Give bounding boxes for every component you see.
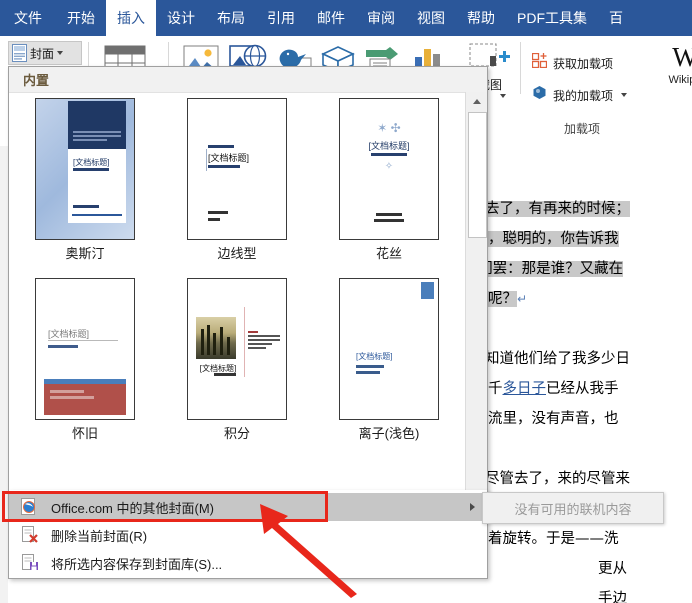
ribbon-tab-insert[interactable]: 插入 xyxy=(106,0,156,36)
cover-thumbnail: [文档标题] xyxy=(35,98,135,240)
wikipedia-addin-button[interactable]: W Wikipe xyxy=(654,42,692,87)
ribbon-tab-label: PDF工具集 xyxy=(517,10,587,26)
ribbon-separator xyxy=(520,42,521,94)
cover-item-label: 怀旧 xyxy=(71,426,98,441)
online-content-submenu[interactable]: 没有可用的联机内容 xyxy=(482,492,664,524)
doc-line-text: 手边 xyxy=(598,591,627,603)
ribbon-tab-review[interactable]: 审阅 xyxy=(356,0,406,36)
remove-cover-icon xyxy=(21,526,39,544)
wikipedia-label: Wikipe xyxy=(668,74,692,86)
ribbon-tab-label: 开始 xyxy=(67,10,95,26)
cover-placeholder-title: [文档标题] xyxy=(356,352,393,361)
doc-line-text: 已经从我手 xyxy=(546,381,619,397)
gallery-scrollbar-thumb[interactable] xyxy=(468,112,487,238)
cover-item-integral[interactable]: [文档标题] 积分 xyxy=(161,276,313,446)
cover-item-label: 花丝 xyxy=(375,246,402,261)
ribbon-tab-label: 邮件 xyxy=(317,10,345,26)
cover-item-label: 边线型 xyxy=(217,246,257,261)
ribbon-tab-bar: 文件 开始 插入 设计 布局 引用 邮件 审阅 视图 帮助 PDF工具集 百 xyxy=(0,0,692,36)
cover-thumbnail: [文档标题] xyxy=(35,278,135,420)
menu-item-label: Office.com 中的其他封面(M) xyxy=(51,500,214,516)
ribbon-tab-help[interactable]: 帮助 xyxy=(456,0,506,36)
cover-item-label: 离子(浅色) xyxy=(358,426,420,441)
cover-page-icon xyxy=(12,44,27,62)
store-icon xyxy=(531,52,548,73)
cover-page-gallery[interactable]: 内置 [文档标题] 奥斯汀 [文档标题] 边线型 ✶ ✣ [文档标题] ✧ 花丝… xyxy=(8,66,488,508)
ribbon-tab-label: 帮助 xyxy=(467,10,495,26)
ribbon-tab-label: 引用 xyxy=(267,10,295,26)
chevron-down-icon[interactable] xyxy=(57,51,64,55)
menu-item-remove-current-cover[interactable]: 删除当前封面(R) xyxy=(9,521,487,549)
addins-group-label: 加载项 xyxy=(564,122,601,136)
ribbon-tab-label: 文件 xyxy=(14,10,42,26)
ribbon-tab-mailings[interactable]: 邮件 xyxy=(306,0,356,36)
cover-page-button-label: 封面 xyxy=(30,46,55,61)
ribbon-tab-label: 插入 xyxy=(117,10,145,26)
office-online-icon xyxy=(21,498,39,516)
cover-thumbnail: [文档标题] xyxy=(187,278,287,420)
submenu-arrow-icon xyxy=(470,503,475,511)
doc-link[interactable]: 多日子 xyxy=(503,381,547,397)
doc-line-text: 更从 xyxy=(598,561,627,577)
menu-item-label: 删除当前封面(R) xyxy=(51,528,148,544)
cover-item-austin[interactable]: [文档标题] 奥斯汀 xyxy=(9,96,161,266)
cover-item-ion-light[interactable]: [文档标题] 离子(浅色) xyxy=(313,276,465,446)
gallery-section-header: 内置 xyxy=(9,67,487,93)
cover-placeholder-title: [文档标题] xyxy=(48,329,90,339)
save-selection-icon xyxy=(21,554,39,572)
chevron-down-icon[interactable] xyxy=(621,93,628,97)
gallery-row: [文档标题] 奥斯汀 [文档标题] 边线型 ✶ ✣ [文档标题] ✧ 花丝 xyxy=(9,96,465,266)
ribbon-tab-label: 审阅 xyxy=(367,10,395,26)
cover-item-retrospect[interactable]: [文档标题] 怀旧 xyxy=(9,276,161,446)
my-addins-icon xyxy=(532,85,547,105)
cover-thumbnail: [文档标题] xyxy=(187,98,287,240)
cover-placeholder-title: [文档标题] xyxy=(208,153,250,163)
ribbon-tab-design[interactable]: 设计 xyxy=(156,0,206,36)
filigree-ornament-icon: ✧ xyxy=(384,161,394,172)
submenu-empty-message: 没有可用的联机内容 xyxy=(514,501,632,517)
menu-item-label: 将所选内容保存到封面库(S)... xyxy=(51,556,223,572)
cover-placeholder-title: [文档标题] xyxy=(73,158,110,167)
wikipedia-logo: W xyxy=(672,42,692,72)
gallery-grid: [文档标题] 奥斯汀 [文档标题] 边线型 ✶ ✣ [文档标题] ✧ 花丝 [文… xyxy=(9,92,465,507)
cover-item-filigree[interactable]: ✶ ✣ [文档标题] ✧ 花丝 xyxy=(313,96,465,266)
cover-item-label: 奥斯汀 xyxy=(65,246,105,261)
gallery-scrollbar[interactable] xyxy=(465,92,487,507)
addins-group: 获取加载项 我的加载项 W Wikipe 加载项 xyxy=(524,38,692,146)
ribbon-tab-label: 设计 xyxy=(167,10,195,26)
cover-item-label: 积分 xyxy=(223,426,250,441)
my-addins-label: 我的加载项 xyxy=(553,88,614,103)
cover-thumbnail: ✶ ✣ [文档标题] ✧ xyxy=(339,98,439,240)
get-addins-label: 获取加载项 xyxy=(553,56,614,71)
ribbon-tab-references[interactable]: 引用 xyxy=(256,0,306,36)
ribbon-tab-label: 布局 xyxy=(217,10,245,26)
ribbon-tab-label: 视图 xyxy=(417,10,445,26)
cover-page-menu[interactable]: Office.com 中的其他封面(M) 删除当前封面(R) 将所选内容保存到封… xyxy=(8,490,488,579)
menu-item-save-selection-to-cover-gallery[interactable]: 将所选内容保存到封面库(S)... xyxy=(9,549,487,577)
screenshot-dropdown-icon[interactable] xyxy=(500,94,506,116)
filigree-ornament-icon: ✶ ✣ xyxy=(377,121,401,135)
gallery-row: [文档标题] 怀旧 [文档标题] 积分 [文档标题] 离子(浅色) xyxy=(9,276,465,446)
paragraph-mark-icon: ↵ xyxy=(517,292,528,306)
menu-item-more-covers-office-com[interactable]: Office.com 中的其他封面(M) xyxy=(9,493,487,521)
cover-placeholder-title: [文档标题] xyxy=(368,141,410,151)
cover-item-banded[interactable]: [文档标题] 边线型 xyxy=(161,96,313,266)
scroll-up-icon[interactable] xyxy=(466,92,487,110)
ribbon-tab-layout[interactable]: 布局 xyxy=(206,0,256,36)
ribbon-tab-label: 百 xyxy=(609,10,623,26)
cover-page-button[interactable]: 封面 xyxy=(8,41,82,65)
ribbon-tab-pdf-tools[interactable]: PDF工具集 xyxy=(506,0,598,36)
ribbon-tab-home[interactable]: 开始 xyxy=(56,0,106,36)
gallery-section-title: 内置 xyxy=(23,73,50,88)
cover-thumbnail: [文档标题] xyxy=(339,278,439,420)
ribbon-tab-baidu[interactable]: 百 xyxy=(598,0,634,36)
document-left-margin xyxy=(0,146,8,603)
ribbon-tab-file[interactable]: 文件 xyxy=(0,0,56,36)
doc-line: 手边 xyxy=(430,584,692,603)
ribbon-tab-view[interactable]: 视图 xyxy=(406,0,456,36)
